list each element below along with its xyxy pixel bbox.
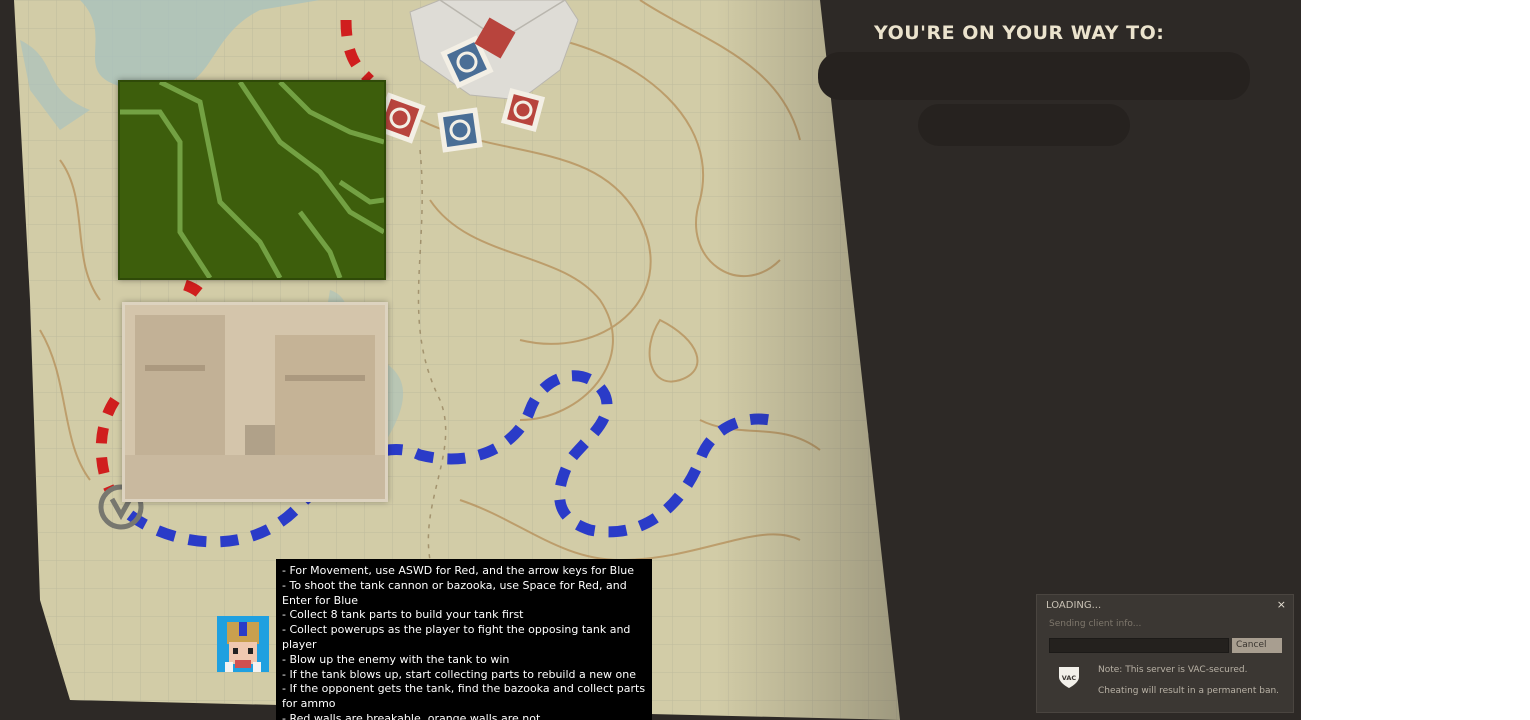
instructions-panel: - For Movement, use ASWD for Red, and th… xyxy=(276,559,652,720)
cancel-button[interactable]: Cancel xyxy=(1232,638,1282,653)
map-name-placeholder xyxy=(818,52,1250,100)
page-title: YOU'RE ON YOUR WAY TO: xyxy=(874,22,1165,44)
vac-note: Note: This server is VAC-secured. xyxy=(1098,665,1248,675)
instruction-line: - Collect powerups as the player to figh… xyxy=(282,623,631,651)
instruction-line: - Blow up the enemy with the tank to win xyxy=(282,652,510,666)
avatar xyxy=(217,616,269,672)
vac-shield-icon: VAC xyxy=(1057,665,1081,689)
close-icon[interactable]: × xyxy=(1277,598,1286,611)
vac-warning: Cheating will result in a permanent ban. xyxy=(1098,686,1280,696)
instruction-line: - If the opponent gets the tank, find th… xyxy=(282,682,646,711)
progress-bar xyxy=(1049,638,1229,653)
vac-badge-text: VAC xyxy=(1062,674,1077,682)
instruction-line: - For Movement, use ASWD for Red, and th… xyxy=(282,564,634,577)
instruction-line: - To shoot the tank cannon or bazooka, u… xyxy=(282,578,627,607)
loading-screen: YOU'RE ON YOUR WAY TO: - For Movement, u… xyxy=(0,0,1301,720)
map-screenshot-image xyxy=(122,302,388,502)
loading-status: Sending client info... xyxy=(1049,619,1142,629)
loading-title: LOADING... xyxy=(1046,600,1102,611)
instruction-line: - If the tank blows up, start collecting… xyxy=(282,667,636,681)
loading-dialog: LOADING... × Sending client info... Canc… xyxy=(1036,594,1294,713)
map-subtitle-placeholder xyxy=(918,104,1130,146)
instruction-line: - Red walls are breakable, orange walls … xyxy=(282,711,541,720)
map-overview-image xyxy=(118,80,386,280)
instruction-line: - Collect 8 tank parts to build your tan… xyxy=(282,608,524,622)
